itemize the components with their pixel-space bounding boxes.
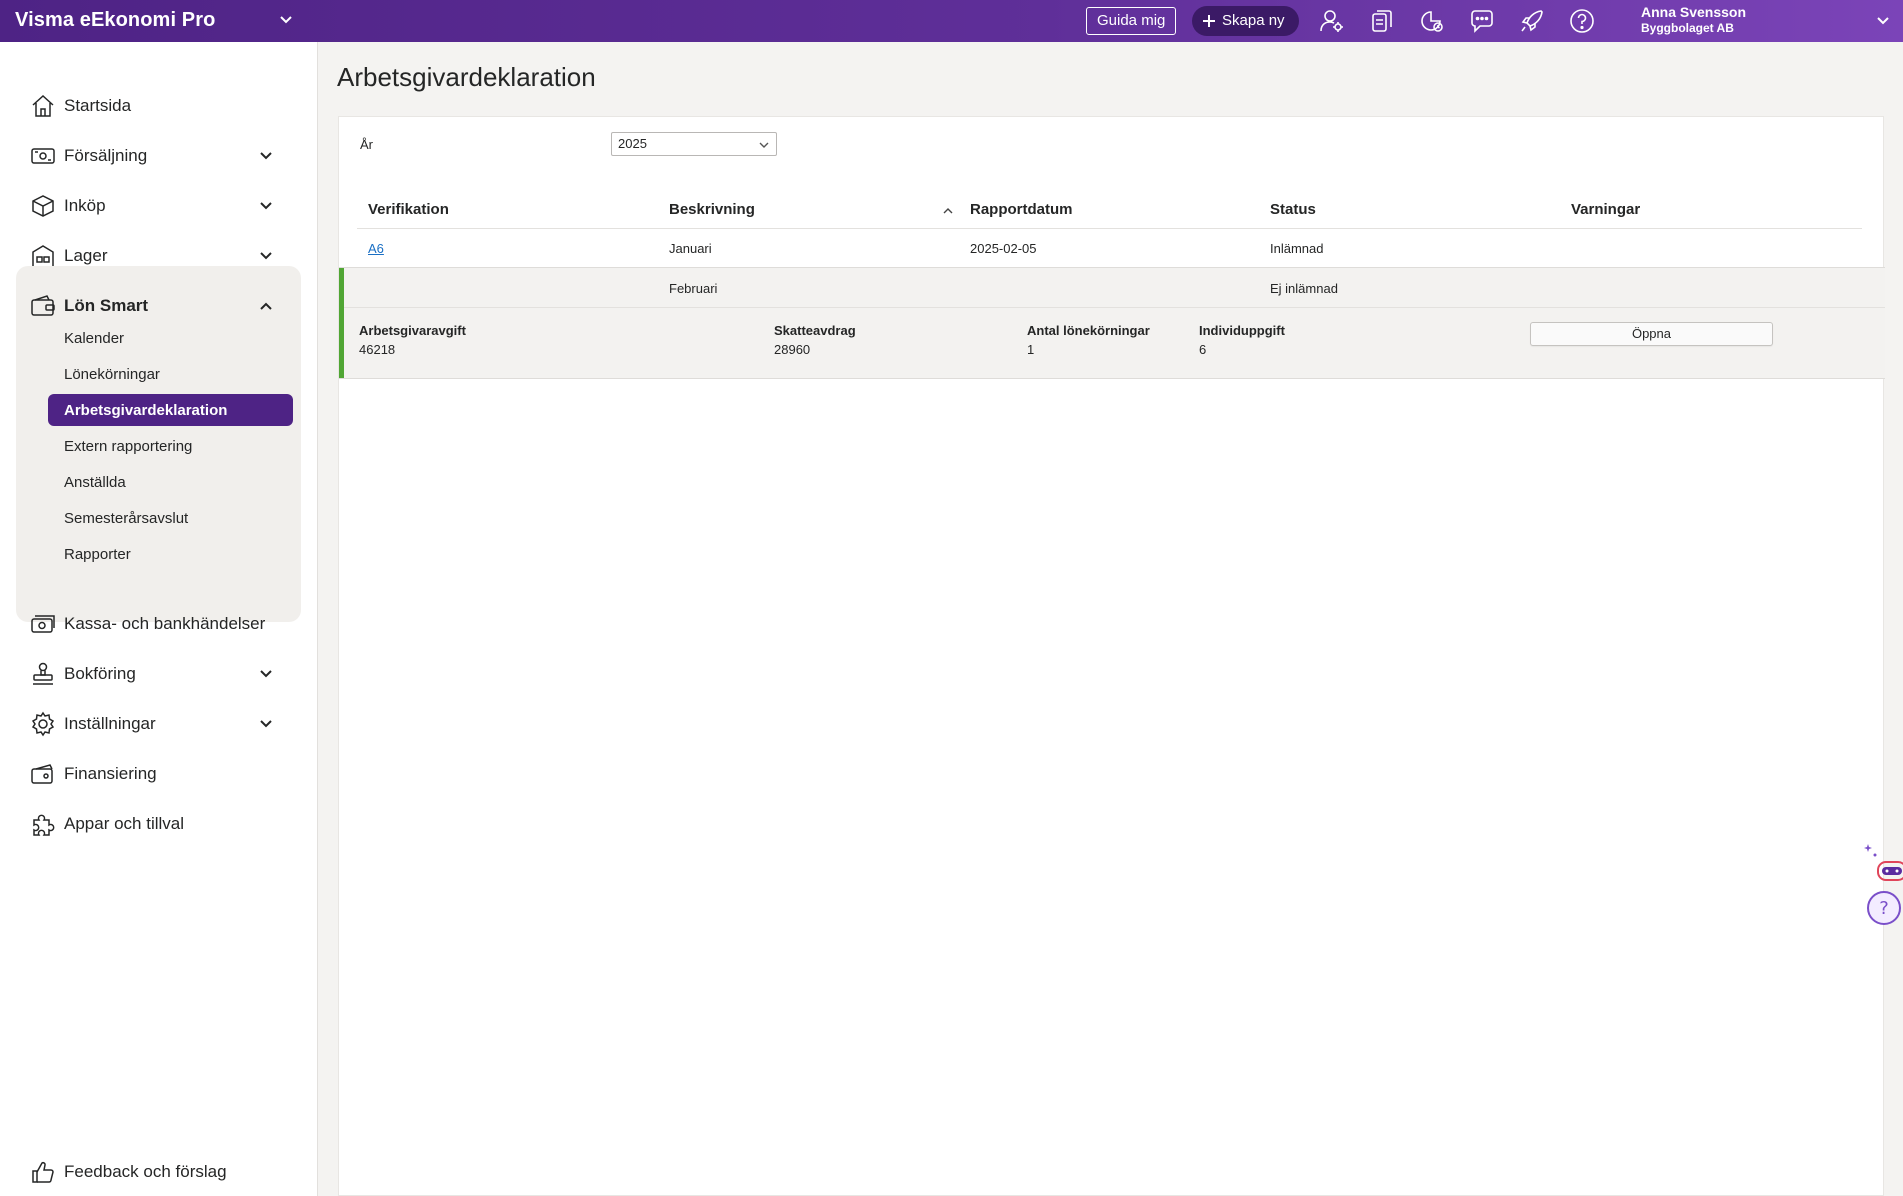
chevron-up-icon (260, 302, 272, 310)
column-header-verifikation[interactable]: Verifikation (368, 201, 449, 218)
sidebar-item-installningar[interactable]: Inställningar (30, 708, 288, 740)
chevron-down-icon (260, 720, 272, 728)
sidebar-item-label: Kassa- och bankhändelser (64, 614, 266, 633)
puzzle-icon (33, 814, 55, 836)
sidebar-subitem-anstallda[interactable]: Anställda (48, 466, 293, 498)
chevron-down-icon (260, 202, 272, 210)
table-cell-status: Inlämnad (1270, 241, 1324, 256)
lonekorningar-value: 1 (1027, 342, 1035, 357)
top-bar: Visma eEkonomi Pro Guida mig Skapa ny An… (0, 0, 1903, 42)
rocket-icon[interactable] (1519, 8, 1545, 34)
sidebar-subitem-semesterarsavslut[interactable]: Semesterårsavslut (48, 502, 293, 534)
app-title[interactable]: Visma eEkonomi Pro (15, 9, 215, 32)
cash-icon (31, 615, 55, 633)
skatteavdrag-label: Skatteavdrag (774, 323, 856, 338)
gear-icon (31, 711, 55, 737)
column-header-status[interactable]: Status (1270, 201, 1316, 218)
card-icon (31, 764, 53, 784)
chevron-down-icon (759, 142, 769, 148)
chevron-down-icon (260, 152, 272, 160)
chevron-down-icon[interactable] (276, 10, 296, 30)
chevron-down-icon[interactable] (1874, 12, 1892, 30)
user-name: Anna Svensson (1641, 4, 1747, 20)
chevron-down-icon (260, 670, 272, 678)
individuppgift-value: 6 (1199, 342, 1207, 357)
verifikation-link[interactable]: A6 (368, 241, 384, 256)
user-company: Byggbolaget AB (1641, 21, 1734, 35)
sidebar-item-label: Försäljning (64, 146, 148, 165)
thumbs-up-icon (32, 1161, 54, 1183)
create-new-button[interactable]: Skapa ny (1192, 6, 1299, 36)
chevron-down-icon (260, 252, 272, 260)
warehouse-icon (32, 245, 54, 266)
sidebar-item-label: Startsida (64, 96, 132, 115)
sidebar-item-finansiering[interactable]: Finansiering (30, 758, 288, 790)
sidebar-item-label: Appar och tillval (64, 814, 185, 833)
arbetsgivaravgift-label: Arbetsgivaravgift (359, 323, 466, 338)
sidebar-subitem-rapporter[interactable]: Rapporter (48, 538, 293, 570)
sidebar-item-kassa[interactable]: Kassa- och bankhändelser (30, 608, 288, 640)
sidebar-item-label: Bokföring (64, 664, 136, 683)
individuppgift-label: Individuppgift (1199, 323, 1285, 338)
skatteavdrag-value: 28960 (774, 342, 811, 357)
feedback-label: Feedback och förslag (64, 1162, 227, 1181)
table-cell-rapportdatum: 2025-02-05 (970, 241, 1037, 256)
column-header-varningar[interactable]: Varningar (1571, 201, 1640, 218)
sidebar-item-startsida[interactable]: Startsida (30, 90, 288, 122)
documents-icon[interactable] (1369, 8, 1395, 34)
year-select-value: 2025 (618, 136, 647, 151)
purchase-icon (32, 195, 54, 217)
sales-icon (31, 148, 55, 164)
sidebar-subitem-extern-rapportering[interactable]: Extern rapportering (48, 430, 293, 462)
person-settings-icon[interactable] (1319, 8, 1345, 34)
sidebar-subitem-kalender[interactable]: Kalender (48, 322, 293, 354)
column-header-rapportdatum[interactable]: Rapportdatum (970, 201, 1073, 218)
guide-button[interactable]: Guida mig (1086, 7, 1177, 35)
sidebar-subitem-arbetsgivardeklaration[interactable]: Arbetsgivardeklaration (48, 394, 293, 426)
table-cell-beskrivning: Februari (669, 281, 718, 296)
sidebar-item-appar[interactable]: Appar och tillval (30, 808, 288, 840)
arbetsgivaravgift-value: 46218 (359, 342, 396, 357)
sort-ascending-icon[interactable] (942, 205, 954, 217)
sidebar-item-lon-smart[interactable]: Lön Smart (30, 290, 288, 322)
sidebar-item-label: Lager (64, 246, 108, 265)
table-cell-beskrivning: Januari (669, 241, 712, 256)
sidebar-item-forsaljning[interactable]: Försäljning (30, 140, 288, 172)
sidebar-item-label: Inställningar (64, 714, 156, 733)
wallet-icon (31, 295, 55, 316)
plus-icon (1203, 15, 1215, 27)
user-menu[interactable]: Anna Svensson Byggbolaget AB (1641, 4, 1746, 36)
year-label: År (360, 137, 373, 152)
sidebar-item-label: Finansiering (64, 764, 157, 783)
sidebar-item-label: Inköp (64, 196, 106, 215)
sidebar-item-bokforing[interactable]: Bokföring (30, 658, 288, 690)
chart-clock-icon[interactable] (1419, 8, 1445, 34)
table-cell-status: Ej inlämnad (1270, 281, 1338, 296)
sidebar: Startsida Försäljning Inköp Lager Lön Sm… (0, 42, 318, 1196)
year-select[interactable]: 2025 (611, 132, 777, 156)
lonekorningar-label: Antal lönekörningar (1027, 323, 1150, 338)
svg-text:?: ? (1879, 898, 1889, 919)
chat-icon[interactable] (1469, 8, 1495, 34)
sidebar-item-label: Lön Smart (64, 296, 149, 315)
assistant-widget-icon[interactable]: ? (1860, 840, 1903, 930)
main-panel: År 2025 Verifikation Beskrivning Rapport… (338, 116, 1885, 1196)
help-icon[interactable] (1569, 8, 1595, 34)
row-divider (344, 307, 1885, 308)
page-title: Arbetsgivardeklaration (337, 62, 596, 92)
row-divider (339, 378, 1885, 379)
header-divider (357, 228, 1862, 229)
stamp-icon (33, 662, 53, 685)
sidebar-item-lager[interactable]: Lager (30, 240, 288, 272)
feedback-link[interactable]: Feedback och förslag (30, 1156, 288, 1188)
sidebar-subitem-lonekorningar[interactable]: Lönekörningar (48, 358, 293, 390)
sidebar-item-inkop[interactable]: Inköp (30, 190, 288, 222)
open-button[interactable]: Öppna (1530, 322, 1773, 346)
column-header-beskrivning[interactable]: Beskrivning (669, 201, 755, 218)
home-icon (32, 94, 54, 117)
create-new-label: Skapa ny (1222, 12, 1285, 29)
